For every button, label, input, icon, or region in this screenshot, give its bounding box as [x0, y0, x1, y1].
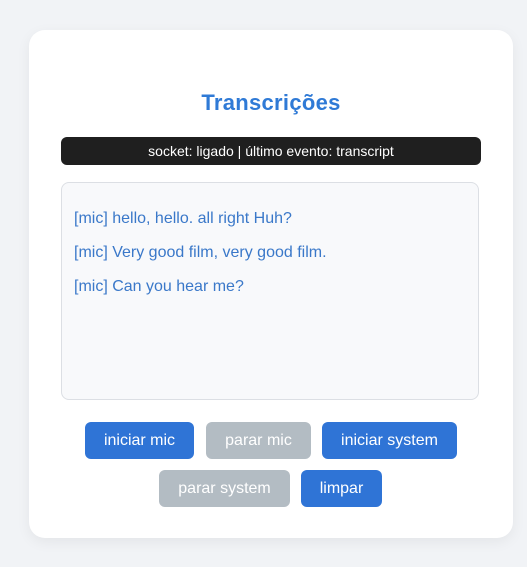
transcript-list: [mic] hello, hello. all right Huh? [mic]…: [61, 182, 479, 400]
start-mic-button[interactable]: iniciar mic: [85, 422, 194, 459]
start-system-button[interactable]: iniciar system: [322, 422, 457, 459]
transcript-line: [mic] Very good film, very good film.: [74, 244, 327, 261]
clear-button[interactable]: limpar: [301, 470, 382, 507]
transcriptions-card: Transcrições socket: ligado | último eve…: [29, 30, 513, 538]
stop-system-button[interactable]: parar system: [159, 470, 290, 507]
stop-mic-button[interactable]: parar mic: [206, 422, 311, 459]
page-title: Transcrições: [201, 90, 341, 115]
transcript-line: [mic] Can you hear me?: [74, 278, 244, 295]
transcript-line: [mic] hello, hello. all right Huh?: [74, 210, 292, 227]
status-bar: socket: ligado | último evento: transcri…: [61, 137, 481, 165]
